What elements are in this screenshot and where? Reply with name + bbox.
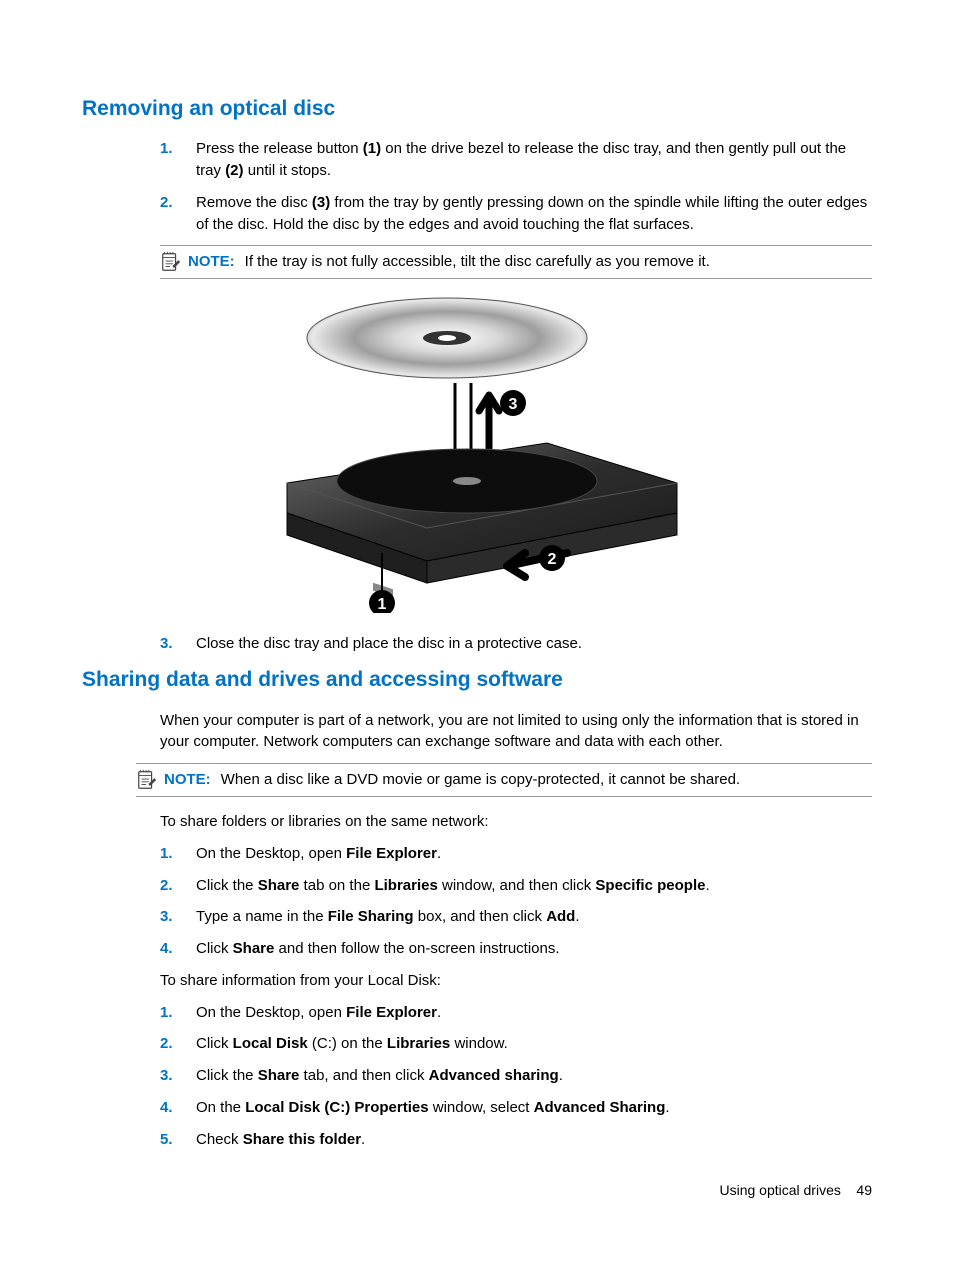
paragraph: To share information from your Local Dis… — [160, 970, 872, 992]
heading-removing-optical-disc: Removing an optical disc — [82, 94, 872, 124]
step-number: 4. — [160, 938, 196, 960]
list-item: 2.Click Local Disk (C:) on the Libraries… — [160, 1033, 872, 1055]
step-text: On the Local Disk (C:) Properties window… — [196, 1097, 872, 1119]
svg-text:3: 3 — [509, 396, 518, 413]
steps-list-1b: 3. Close the disc tray and place the dis… — [160, 633, 872, 655]
steps-list-b: 1.On the Desktop, open File Explorer. 2.… — [160, 1002, 872, 1151]
step-text: Click Local Disk (C:) on the Libraries w… — [196, 1033, 872, 1055]
note-icon — [136, 769, 158, 791]
list-item: 4.Click Share and then follow the on-scr… — [160, 938, 872, 960]
list-item: 1.On the Desktop, open File Explorer. — [160, 1002, 872, 1024]
step-number: 2. — [160, 1033, 196, 1055]
step-text: On the Desktop, open File Explorer. — [196, 843, 872, 865]
step-number: 1. — [160, 138, 196, 182]
step-text: Press the release button (1) on the driv… — [196, 138, 872, 182]
intro-paragraph: When your computer is part of a network,… — [160, 710, 872, 754]
step-number: 3. — [160, 906, 196, 928]
step-number: 1. — [160, 843, 196, 865]
footer-text: Using optical drives — [719, 1182, 840, 1198]
list-item: 1. Press the release button (1) on the d… — [160, 138, 872, 182]
list-item: 5.Check Share this folder. — [160, 1129, 872, 1151]
step-text: Click Share and then follow the on-scree… — [196, 938, 872, 960]
list-item: 3.Type a name in the File Sharing box, a… — [160, 906, 872, 928]
step-number: 3. — [160, 633, 196, 655]
note-block: NOTE: When a disc like a DVD movie or gam… — [136, 763, 872, 797]
note-content: NOTE: When a disc like a DVD movie or gam… — [164, 769, 740, 791]
step-number: 1. — [160, 1002, 196, 1024]
list-item: 2. Remove the disc (3) from the tray by … — [160, 192, 872, 236]
svg-text:2: 2 — [548, 551, 557, 568]
step-text: Close the disc tray and place the disc i… — [196, 633, 872, 655]
step-text: Remove the disc (3) from the tray by gen… — [196, 192, 872, 236]
svg-text:1: 1 — [378, 596, 387, 613]
steps-list-1: 1. Press the release button (1) on the d… — [160, 138, 872, 235]
note-label: NOTE: — [164, 771, 211, 788]
step-number: 5. — [160, 1129, 196, 1151]
step-number: 2. — [160, 875, 196, 897]
note-icon — [160, 251, 182, 273]
paragraph: To share folders or libraries on the sam… — [160, 811, 872, 833]
step-text: Type a name in the File Sharing box, and… — [196, 906, 872, 928]
step-text: On the Desktop, open File Explorer. — [196, 1002, 872, 1024]
note-content: NOTE: If the tray is not fully accessible… — [188, 251, 710, 273]
note-label: NOTE: — [188, 253, 235, 270]
page-footer: Using optical drives 49 — [719, 1180, 872, 1200]
step-number: 4. — [160, 1097, 196, 1119]
step-text: Click the Share tab, and then click Adva… — [196, 1065, 872, 1087]
list-item: 4.On the Local Disk (C:) Properties wind… — [160, 1097, 872, 1119]
list-item: 2.Click the Share tab on the Libraries w… — [160, 875, 872, 897]
step-text: Click the Share tab on the Libraries win… — [196, 875, 872, 897]
note-block: NOTE: If the tray is not fully accessible… — [160, 245, 872, 279]
step-number: 3. — [160, 1065, 196, 1087]
list-item: 1.On the Desktop, open File Explorer. — [160, 843, 872, 865]
list-item: 3.Click the Share tab, and then click Ad… — [160, 1065, 872, 1087]
page-number: 49 — [856, 1182, 872, 1198]
step-number: 2. — [160, 192, 196, 236]
list-item: 3. Close the disc tray and place the dis… — [160, 633, 872, 655]
optical-drive-diagram: 3 1 2 — [257, 293, 697, 613]
note-text: If the tray is not fully accessible, til… — [245, 253, 710, 270]
steps-list-a: 1.On the Desktop, open File Explorer. 2.… — [160, 843, 872, 960]
note-text: When a disc like a DVD movie or game is … — [221, 771, 740, 788]
heading-sharing-data: Sharing data and drives and accessing so… — [82, 665, 872, 695]
step-text: Check Share this folder. — [196, 1129, 872, 1151]
